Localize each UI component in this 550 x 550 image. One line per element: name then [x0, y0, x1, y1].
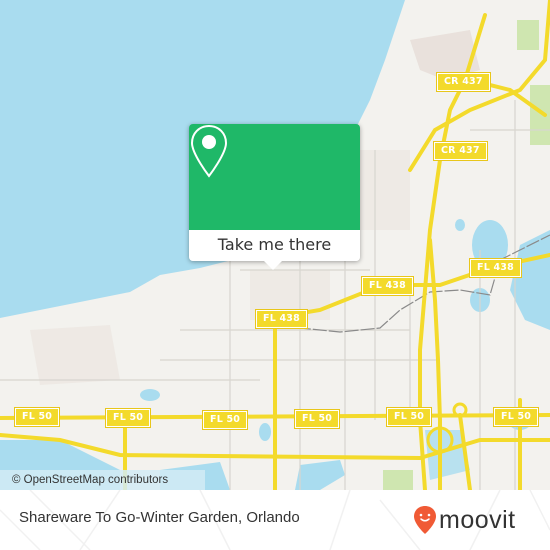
- location-pin-icon: [190, 124, 228, 178]
- map[interactable]: CR 437 CR 437 CR 437 FL 438 FL 438 FL 43…: [0, 0, 550, 490]
- road-label: CR 437: [436, 72, 491, 92]
- road-label: FL 438: [469, 258, 522, 278]
- map-attribution[interactable]: © OpenStreetMap contributors: [0, 470, 205, 490]
- popup-header[interactable]: [189, 124, 360, 230]
- road-label: FL 438: [361, 276, 414, 296]
- take-me-there-button[interactable]: Take me there: [189, 230, 360, 261]
- moovit-logo[interactable]: moovit: [413, 505, 516, 535]
- popup-pointer: [264, 261, 282, 270]
- road-label: FL 438: [255, 309, 308, 329]
- take-me-there-popup[interactable]: Take me there: [189, 124, 360, 270]
- moovit-pin-icon: [414, 506, 436, 534]
- road-label: FL 50: [201, 410, 249, 430]
- place-name: Shareware To Go-Winter Garden, Orlando: [19, 509, 300, 526]
- brand-name: moovit: [439, 505, 516, 534]
- road-label: FL 50: [13, 407, 61, 427]
- road-label: FL 50: [385, 407, 433, 427]
- road-label: CR 437: [433, 141, 488, 161]
- road-label: FL 50: [293, 409, 341, 429]
- road-label: FL 50: [104, 408, 152, 428]
- road-label: FL 50: [492, 407, 540, 427]
